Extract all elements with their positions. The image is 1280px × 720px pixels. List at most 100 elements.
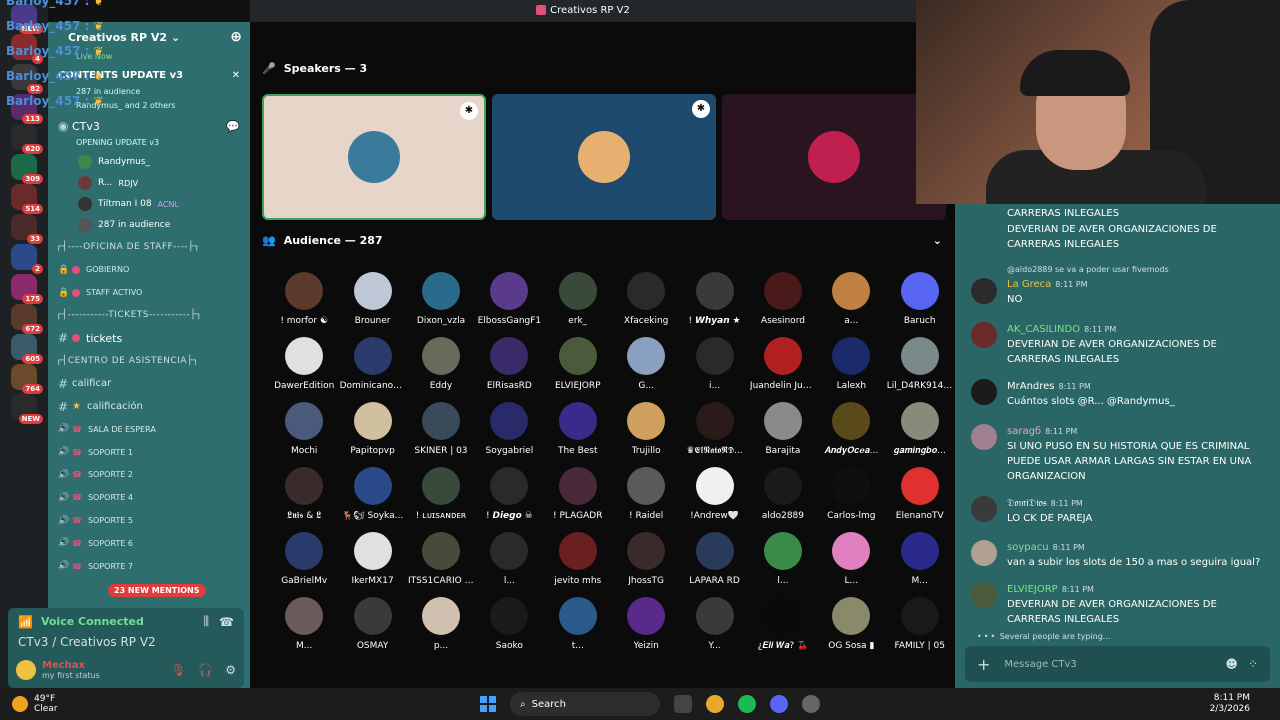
audience-member[interactable]: ElenanoTV <box>886 467 954 524</box>
audience-member[interactable]: a... <box>817 272 885 329</box>
audience-member[interactable]: Lalexh <box>817 337 885 394</box>
voice-user[interactable]: R... RDJV <box>48 173 250 194</box>
audience-member[interactable]: ! morfor ☯ <box>270 272 338 329</box>
audience-member[interactable]: t... <box>544 597 612 654</box>
voice-channel[interactable]: 🔊 ☎ SALA DE ESPERA <box>48 418 250 441</box>
audience-member[interactable]: JhossTG <box>612 532 680 589</box>
avatar[interactable] <box>16 660 36 680</box>
audience-member[interactable]: Trujillo <box>612 402 680 459</box>
audience-member[interactable]: IkerMX17 <box>338 532 406 589</box>
audience-member[interactable]: OG Sosa ▮ <box>817 597 885 654</box>
audience-member[interactable]: 𝑨𝒏𝒅𝒚𝑶𝒄𝒆𝒂... <box>817 402 885 459</box>
chat-message[interactable]: CARRERAS INLEGALES <box>971 206 1266 221</box>
audience-member[interactable]: ELVIEJORP <box>544 337 612 394</box>
server-icon[interactable]: 175 <box>11 274 43 304</box>
audience-member[interactable]: Juandelin Jue... <box>749 337 817 394</box>
server-icon[interactable]: 764 <box>11 364 43 394</box>
audience-member[interactable]: ! Raidel <box>612 467 680 524</box>
audience-member[interactable]: Lil_D4RK914 ... <box>886 337 954 394</box>
plus-icon[interactable]: + <box>977 655 990 674</box>
chat-message[interactable]: MrAndres 8:11 PM Cuántos slots @R... @Rand… <box>971 379 1266 409</box>
audience-member[interactable]: ¿𝑬𝒍𝒊 𝑾𝒂? 🍒 <box>749 597 817 654</box>
discord-icon[interactable] <box>770 695 788 713</box>
chevron-down-icon[interactable]: ⌄ <box>933 234 942 247</box>
server-icon[interactable]: 33 <box>11 214 43 244</box>
headphones-icon[interactable]: 🎧 <box>198 663 213 677</box>
avatar[interactable] <box>971 424 997 450</box>
audience-member[interactable]: !Andrew🤍 <box>680 467 748 524</box>
audience-member[interactable]: SKINER | 03 <box>407 402 475 459</box>
chevron-down-icon[interactable]: ⌄ <box>171 31 180 44</box>
gear-icon[interactable]: ⚙ <box>225 663 236 677</box>
chrome-icon[interactable] <box>706 695 724 713</box>
voice-user[interactable]: Tiltman I 08 ACNL <box>48 194 250 215</box>
start-button[interactable] <box>480 696 496 712</box>
server-icon[interactable]: 605 <box>11 334 43 364</box>
audience-member[interactable]: Saoko <box>475 597 543 654</box>
avatar[interactable] <box>971 278 997 304</box>
audience-member[interactable]: Baruch <box>886 272 954 329</box>
channel-calificar[interactable]: # calificar <box>48 372 250 395</box>
server-icon[interactable]: 672 <box>11 304 43 334</box>
audience-member[interactable]: ! ʟᴜɪsᴀɴᴅᴇʀ <box>407 467 475 524</box>
author-name[interactable]: saragб <box>1007 426 1041 437</box>
chat-message[interactable]: 𝔇𝔬𝔪𝔦𝔇𝔦𝔬𝔰 8:11 PM LO CK DE PAREJA <box>971 496 1266 526</box>
author-name[interactable]: ELVIEJORP <box>1007 584 1058 595</box>
audience-member[interactable]: p... <box>407 597 475 654</box>
voice-channel[interactable]: 🔊 ☎ SOPORTE 4 <box>48 486 250 509</box>
author-name[interactable]: 𝔇𝔬𝔪𝔦𝔇𝔦𝔬𝔰 <box>1007 498 1047 509</box>
audience-member[interactable]: 𝒈𝒂𝒎𝒊𝒏𝒈𝒃𝒐... <box>886 402 954 459</box>
disconnect-icon[interactable]: ☎ <box>219 615 234 629</box>
audience-member[interactable]: ! 𝘿𝙞𝙚𝙜𝙤 ☠ <box>475 467 543 524</box>
audience-member[interactable]: The Best <box>544 402 612 459</box>
audience-member[interactable]: Papitopvp <box>338 402 406 459</box>
audience-member[interactable]: Dixon_vzla <box>407 272 475 329</box>
audience-member[interactable]: GaBrielMv <box>270 532 338 589</box>
server-icon[interactable]: 309 <box>11 154 43 184</box>
avatar[interactable] <box>971 379 997 405</box>
weather-widget[interactable]: 49°F Clear <box>12 694 58 714</box>
category-staff[interactable]: ┌┤----OFICINA DE STAFF----├┐ <box>48 236 250 259</box>
audience-member[interactable]: l... <box>749 532 817 589</box>
server-icon[interactable]: 514 <box>11 184 43 214</box>
username[interactable]: Mechax <box>42 660 100 671</box>
voice-channel[interactable]: 🔊 ☎ SOPORTE 7 <box>48 555 250 578</box>
taskbar-search[interactable]: ⌕ Search <box>510 692 660 716</box>
chat-message[interactable]: @aldo2889 se va a poder usar fivemods La … <box>971 262 1266 307</box>
avatar[interactable] <box>971 582 997 608</box>
audience-member[interactable]: Barajita <box>749 402 817 459</box>
audience-member[interactable]: Brouner <box>338 272 406 329</box>
audience-member[interactable]: i... <box>680 337 748 394</box>
category-assist[interactable]: ┌┤CENTRO DE ASISTENCIA├┐ <box>48 350 250 373</box>
author-name[interactable]: soypacu <box>1007 542 1049 553</box>
server-icon[interactable]: 620 <box>11 124 43 154</box>
add-member-icon[interactable]: ⊕ <box>230 29 242 45</box>
audience-member[interactable]: Mochi <box>270 402 338 459</box>
voice-channel[interactable]: 🔊 ☎ SOPORTE 2 <box>48 464 250 487</box>
voice-channel[interactable]: 🔊 ☎ SOPORTE 6 <box>48 532 250 555</box>
new-mentions-badge[interactable]: 23 NEW MENTIONS <box>108 584 206 597</box>
audience-member[interactable]: ♛𝕰𝖑𝕹𝖆𝖙𝖔𝕽𝕯... <box>680 402 748 459</box>
channel-tickets[interactable]: # tickets <box>48 327 250 350</box>
audience-member[interactable]: Eddy <box>407 337 475 394</box>
audience-member[interactable]: 𝕷𝖚𝖎𝖘 & 𝕷 <box>270 467 338 524</box>
spotify-icon[interactable] <box>738 695 756 713</box>
audience-member[interactable]: 🦌🐿 Soyka... <box>338 467 406 524</box>
channel-staff-activo[interactable]: 🔒 STAFF ACTIVO <box>48 281 250 304</box>
audience-member[interactable]: ElbossGangF1 <box>475 272 543 329</box>
reply-preview[interactable]: @aldo2889 se va a poder usar fivemods <box>1007 262 1169 277</box>
close-icon[interactable]: ✕ <box>232 70 240 81</box>
chat-message[interactable]: saragб 8:11 PM SI UNO PUSO EN SU HISTORIA … <box>971 424 1266 484</box>
server-icon[interactable]: NEW <box>11 394 43 424</box>
audience-member[interactable]: erk_ <box>544 272 612 329</box>
avatar[interactable] <box>971 322 997 348</box>
audience-member[interactable]: LAPARA RD <box>680 532 748 589</box>
chat-message[interactable]: AK_CASILINDO 8:11 PM DEVERIAN DE AVER ORGA… <box>971 322 1266 367</box>
chat-message[interactable]: ELVIEJORP 8:11 PM DEVERIAN DE AVER ORGANIZ… <box>971 582 1266 627</box>
audience-member[interactable]: ElRisasRD <box>475 337 543 394</box>
audience-member[interactable]: jevito mhs <box>544 532 612 589</box>
avatar[interactable] <box>971 496 997 522</box>
audience-member[interactable]: M... <box>886 532 954 589</box>
audience-member[interactable]: ITSS1CARIO O... <box>407 532 475 589</box>
audience-member[interactable]: l... <box>475 532 543 589</box>
